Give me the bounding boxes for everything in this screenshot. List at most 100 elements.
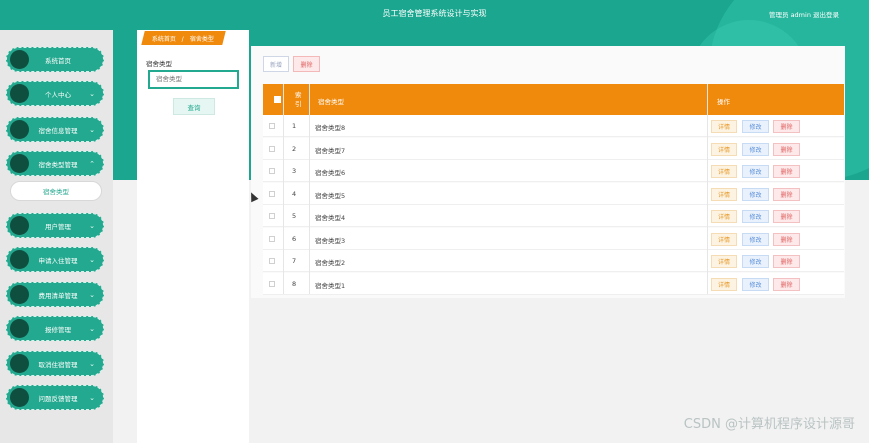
breadcrumb-separator: / xyxy=(181,36,184,43)
delete-button[interactable]: 删除 xyxy=(773,232,800,246)
sidebar-item[interactable]: 用户管理 ⌄ xyxy=(6,213,104,238)
row-index: 5 xyxy=(292,212,297,220)
chevron-down-icon: ⌄ xyxy=(89,255,95,264)
edit-button[interactable]: 修改 xyxy=(742,255,769,268)
edit-button[interactable]: 修改 xyxy=(742,210,769,223)
row-checkbox[interactable] xyxy=(269,123,275,129)
edit-button[interactable]: 修改 xyxy=(742,277,769,291)
sidebar-item[interactable]: 报修管理 ⌄ xyxy=(6,316,104,341)
table-row: 6 宿舍类型3 详情 修改 删除 xyxy=(263,227,844,250)
delete-button[interactable]: 删除 xyxy=(773,210,800,223)
detail-button[interactable]: 详情 xyxy=(711,232,737,246)
row-checkbox[interactable] xyxy=(269,258,275,264)
edit-button[interactable]: 修改 xyxy=(742,232,769,246)
row-index: 1 xyxy=(292,122,297,130)
row-checkbox[interactable] xyxy=(269,280,275,287)
row-dorm-type: 宿舍类型1 xyxy=(315,281,346,290)
sidebar-item[interactable]: 系统首页 xyxy=(6,47,104,72)
delete-button[interactable]: 删除 xyxy=(773,120,800,133)
row-dorm-type: 宿舍类型6 xyxy=(315,169,346,177)
breadcrumb-home[interactable]: 系统首页 xyxy=(152,34,176,43)
detail-button[interactable]: 详情 xyxy=(711,120,737,133)
header-action: 操作 xyxy=(717,98,730,106)
menu-dot-icon xyxy=(10,216,29,235)
chevron-down-icon: ⌄ xyxy=(89,221,95,230)
sidebar-item[interactable]: 费用清单管理 ⌄ xyxy=(6,282,104,307)
new-button[interactable]: 新增 xyxy=(263,56,289,72)
menu-dot-icon xyxy=(10,120,29,139)
detail-button[interactable]: 详情 xyxy=(711,255,737,268)
search-button[interactable]: 查询 xyxy=(173,98,215,115)
user-info-logout[interactable]: 管理员 admin 退出登录 xyxy=(769,9,839,19)
breadcrumb: 系统首页 / 宿舍类型 xyxy=(141,31,226,45)
menu-dot-icon xyxy=(10,84,29,103)
detail-button[interactable]: 详情 xyxy=(711,277,737,291)
row-index: 2 xyxy=(292,144,297,153)
table-row: 7 宿舍类型2 详情 修改 删除 xyxy=(263,250,844,272)
menu-dot-icon xyxy=(10,388,29,407)
chevron-down-icon: ⌄ xyxy=(89,125,95,134)
delete-button[interactable]: 删除 xyxy=(773,255,800,268)
chevron-down-icon: ⌄ xyxy=(89,359,95,368)
row-checkbox[interactable] xyxy=(269,235,275,242)
delete-button[interactable]: 删除 xyxy=(773,187,800,201)
chevron-down-icon: ⌄ xyxy=(89,89,95,98)
table-row: 8 宿舍类型1 详情 修改 删除 xyxy=(263,272,844,295)
search-panel xyxy=(137,30,249,443)
column-divider xyxy=(707,84,708,294)
menu-dot-icon xyxy=(10,250,29,269)
sidebar-item[interactable]: 问题反馈管理 ⌄ xyxy=(6,385,104,410)
table-row: 5 宿舍类型4 详情 修改 删除 xyxy=(263,205,844,227)
row-checkbox[interactable] xyxy=(269,213,275,219)
row-dorm-type: 宿舍类型4 xyxy=(315,214,346,222)
row-index: 3 xyxy=(292,167,297,175)
watermark: CSDN @计算机程序设计源哥 xyxy=(683,417,855,432)
sidebar-item[interactable]: 宿舍类型管理 ⌃ xyxy=(6,151,104,176)
row-checkbox[interactable] xyxy=(269,145,275,152)
delete-button[interactable]: 删除 xyxy=(773,165,800,178)
row-dorm-type: 宿舍类型3 xyxy=(315,236,346,245)
edit-button[interactable]: 修改 xyxy=(742,187,769,201)
row-checkbox[interactable] xyxy=(269,168,275,174)
detail-button[interactable]: 详情 xyxy=(711,187,737,201)
sidebar-item[interactable]: 个人中心 ⌄ xyxy=(6,81,104,106)
header-index: 索 引 xyxy=(295,91,302,108)
row-dorm-type: 宿舍类型5 xyxy=(315,191,346,200)
row-index: 8 xyxy=(292,279,297,288)
edit-button[interactable]: 修改 xyxy=(742,142,769,156)
sidebar-item[interactable]: 宿舍信息管理 ⌄ xyxy=(6,117,104,142)
detail-button[interactable]: 详情 xyxy=(711,165,737,178)
row-checkbox[interactable] xyxy=(269,190,275,197)
menu-dot-icon xyxy=(10,354,29,373)
chevron-down-icon: ⌄ xyxy=(89,324,95,333)
detail-button[interactable]: 详情 xyxy=(711,142,737,156)
delete-button[interactable]: 删除 xyxy=(773,142,800,156)
column-divider xyxy=(283,84,284,294)
row-dorm-type: 宿舍类型8 xyxy=(315,124,346,132)
detail-button[interactable]: 详情 xyxy=(711,210,737,223)
batch-delete-button[interactable]: 删除 xyxy=(293,56,320,72)
breadcrumb-current: 宿舍类型 xyxy=(189,36,214,43)
sidebar-item[interactable]: 申请入住管理 ⌄ xyxy=(6,247,104,272)
column-divider xyxy=(309,84,310,294)
delete-button[interactable]: 删除 xyxy=(773,277,800,291)
select-all-checkbox[interactable] xyxy=(274,96,281,103)
edit-button[interactable]: 修改 xyxy=(742,165,769,178)
menu-dot-icon xyxy=(10,50,29,69)
chevron-up-icon: ⌃ xyxy=(89,159,95,168)
edit-button[interactable]: 修改 xyxy=(742,120,769,133)
menu-dot-icon xyxy=(10,154,29,173)
search-label: 宿舍类型 xyxy=(146,60,172,68)
table-row: 3 宿舍类型6 详情 修改 删除 xyxy=(263,160,844,182)
menu-dot-icon xyxy=(10,319,29,338)
row-dorm-type: 宿舍类型7 xyxy=(315,146,346,155)
chevron-down-icon: ⌄ xyxy=(89,393,95,402)
row-index: 7 xyxy=(292,257,297,265)
header-dorm-type: 宿舍类型 xyxy=(318,98,344,106)
sidebar-subitem-dorm-type[interactable]: 宿舍类型 xyxy=(10,181,102,201)
row-index: 4 xyxy=(292,189,297,198)
table-row: 2 宿舍类型7 详情 修改 删除 xyxy=(263,137,844,160)
search-input[interactable] xyxy=(148,70,239,89)
sidebar-item[interactable]: 取消住宿管理 ⌄ xyxy=(6,351,104,376)
table-row: 1 宿舍类型8 详情 修改 删除 xyxy=(263,115,844,137)
